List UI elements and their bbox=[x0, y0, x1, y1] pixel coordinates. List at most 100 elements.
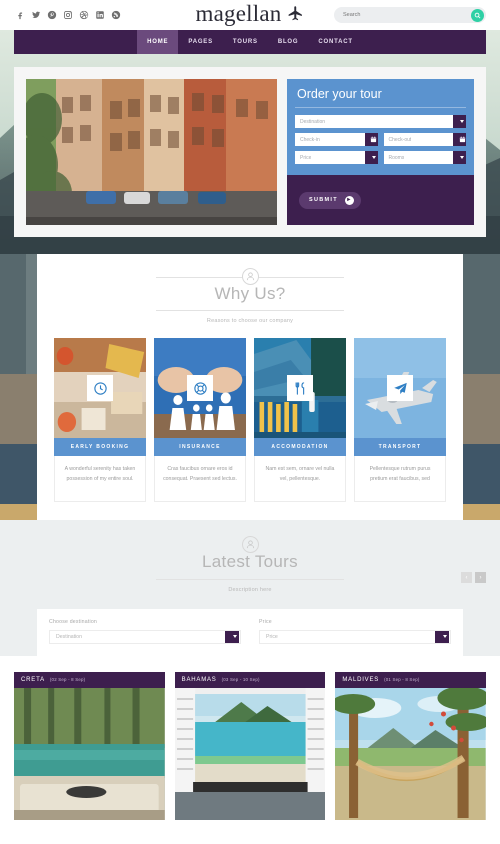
tour-dates-2: (03 Sep - 10 Sep) bbox=[221, 676, 260, 682]
social-links bbox=[14, 10, 121, 21]
feature-card-text-3: Nam est sem, ornare vel nulla vel, pelle… bbox=[254, 456, 346, 503]
submit-button[interactable]: SUBMIT ▸ bbox=[299, 191, 361, 209]
feature-card-image-4 bbox=[354, 338, 446, 439]
facebook-icon[interactable] bbox=[14, 10, 25, 21]
filter-price-select[interactable]: Price bbox=[259, 629, 451, 644]
order-form-title: Order your tour bbox=[295, 79, 466, 108]
filter-price-label: Price bbox=[259, 618, 272, 625]
filter-price-value: Price bbox=[266, 633, 278, 640]
tour-image-3 bbox=[335, 687, 487, 820]
filter-price: Price Price bbox=[259, 619, 451, 644]
form-row-dates: Check-in Check-out bbox=[295, 133, 466, 146]
linkedin-icon[interactable] bbox=[94, 10, 105, 21]
latest-tours-section: Latest Tours Description here ‹ › Choose… bbox=[0, 520, 500, 656]
tour-card-bahamas[interactable]: BAHAMAS (03 Sep - 10 Sep) bbox=[174, 671, 326, 820]
rooms-dropdown-button[interactable] bbox=[453, 151, 466, 164]
checkin-field[interactable]: Check-in bbox=[295, 133, 378, 146]
rss-icon[interactable] bbox=[110, 10, 121, 21]
feature-card-transport[interactable]: TRANSPORT Pellentesque rutrum purus pret… bbox=[354, 338, 446, 503]
checkout-placeholder: Check-out bbox=[388, 136, 412, 143]
why-us-title: Why Us? bbox=[214, 284, 286, 303]
tour-name-3: MALDIVES bbox=[342, 676, 380, 683]
search-input[interactable] bbox=[343, 12, 463, 18]
tour-name-1: CRETA bbox=[21, 676, 45, 683]
form-row-price-rooms: Price Rooms bbox=[295, 151, 466, 164]
airplane-icon bbox=[287, 5, 304, 22]
feature-cards: EARLY BOOKING A wonderful serenity has t… bbox=[37, 324, 463, 503]
instagram-icon[interactable] bbox=[62, 10, 73, 21]
twitter-icon[interactable] bbox=[30, 10, 41, 21]
carousel-next-button[interactable]: › bbox=[475, 572, 486, 584]
hero-panel: Order your tour Destination Check-in Che… bbox=[14, 67, 486, 237]
feature-card-image-3 bbox=[254, 338, 346, 439]
feature-card-accomodation[interactable]: ACCOMODATION Nam est sem, ornare vel nul… bbox=[254, 338, 346, 503]
filter-destination-label: Choose destination bbox=[49, 618, 98, 625]
divider-bottom bbox=[156, 310, 344, 312]
tour-card-creta[interactable]: CRETA (02 Sep - 8 Sep) bbox=[14, 671, 165, 820]
main-navigation[interactable]: HOME PAGES TOURS BLOG CONTACT bbox=[14, 30, 486, 54]
nav-item-contact[interactable]: CONTACT bbox=[308, 30, 362, 54]
feature-card-text-2: Cras faucibus ornare eros id consequat. … bbox=[154, 456, 246, 503]
tour-filter-bar: Choose destination Destination Price Pri… bbox=[37, 608, 463, 656]
latest-tours-header: Latest Tours Description here bbox=[0, 536, 500, 593]
tour-card-header-2: BAHAMAS (03 Sep - 10 Sep) bbox=[174, 671, 326, 688]
destination-dropdown-button[interactable] bbox=[453, 115, 466, 128]
why-us-header: Why Us? Reasons to choose our company bbox=[37, 268, 463, 324]
search-button[interactable] bbox=[471, 8, 484, 22]
tour-name-2: BAHAMAS bbox=[181, 676, 217, 683]
latest-tours-subtitle: Description here bbox=[228, 586, 272, 593]
clock-icon bbox=[87, 375, 113, 402]
dribbble-icon[interactable] bbox=[78, 10, 89, 21]
cutlery-icon bbox=[287, 375, 313, 402]
tour-card-header-1: CRETA (02 Sep - 8 Sep) bbox=[14, 671, 165, 688]
feature-card-image-2 bbox=[154, 338, 246, 439]
divider-bottom-2 bbox=[156, 578, 344, 580]
checkout-field[interactable]: Check-out bbox=[383, 133, 466, 146]
hero-section: HOME PAGES TOURS BLOG CONTACT Order your… bbox=[0, 30, 500, 254]
why-us-section: Why Us? Reasons to choose our company EA… bbox=[0, 254, 500, 521]
order-form-footer: SUBMIT ▸ bbox=[287, 175, 474, 225]
feature-card-image-1 bbox=[54, 338, 146, 439]
latest-tours-title: Latest Tours bbox=[202, 552, 298, 572]
nav-item-blog[interactable]: BLOG bbox=[268, 30, 309, 54]
feature-card-early-booking[interactable]: EARLY BOOKING A wonderful serenity has t… bbox=[54, 338, 146, 503]
why-us-content: Why Us? Reasons to choose our company EA… bbox=[37, 254, 463, 521]
feature-card-insurance[interactable]: INSURANCE Cras faucibus ornare eros id c… bbox=[154, 338, 246, 503]
price-placeholder: Price bbox=[300, 154, 312, 161]
nav-list: HOME PAGES TOURS BLOG CONTACT bbox=[137, 30, 363, 54]
arrow-right-icon: ▸ bbox=[344, 195, 354, 205]
feature-card-label-1: EARLY BOOKING bbox=[54, 438, 146, 457]
filter-price-dropdown-button[interactable] bbox=[435, 630, 449, 643]
nav-item-pages[interactable]: PAGES bbox=[178, 30, 223, 54]
life-ring-icon bbox=[187, 375, 213, 402]
checkout-calendar-icon[interactable] bbox=[453, 133, 466, 146]
paper-plane-icon bbox=[387, 375, 413, 402]
tour-card-maldives[interactable]: MALDIVES (01 Sep - 8 Sep) bbox=[335, 671, 487, 820]
destination-field[interactable]: Destination bbox=[295, 115, 466, 128]
checkin-calendar-icon[interactable] bbox=[364, 133, 378, 146]
carousel-navigation: ‹ › bbox=[461, 572, 486, 584]
destination-placeholder: Destination bbox=[300, 118, 326, 125]
hero-photo bbox=[26, 79, 277, 225]
feature-card-label-3: ACCOMODATION bbox=[254, 438, 346, 457]
pinterest-icon[interactable] bbox=[46, 10, 57, 21]
order-form-fields: Destination Check-in Check-out Price Roo… bbox=[287, 108, 474, 175]
tour-image-1 bbox=[14, 687, 165, 820]
nav-item-tours[interactable]: TOURS bbox=[223, 30, 268, 54]
order-tour-form: Order your tour Destination Check-in Che… bbox=[287, 79, 474, 225]
search-box[interactable] bbox=[334, 7, 486, 23]
filter-destination-dropdown-button[interactable] bbox=[225, 630, 239, 643]
price-dropdown-button[interactable] bbox=[364, 151, 378, 164]
filter-destination-select[interactable]: Destination bbox=[49, 629, 241, 644]
nav-item-home[interactable]: HOME bbox=[137, 30, 179, 54]
filter-destination-value: Destination bbox=[56, 633, 82, 640]
form-row-destination: Destination bbox=[295, 115, 466, 128]
checkin-placeholder: Check-in bbox=[300, 136, 320, 143]
filter-destination: Choose destination Destination bbox=[49, 619, 241, 644]
price-field[interactable]: Price bbox=[295, 151, 378, 164]
tour-card-header-3: MALDIVES (01 Sep - 8 Sep) bbox=[335, 671, 487, 688]
rooms-field[interactable]: Rooms bbox=[383, 151, 466, 164]
feature-card-label-2: INSURANCE bbox=[154, 438, 246, 457]
carousel-prev-button[interactable]: ‹ bbox=[461, 572, 472, 584]
tour-dates-3: (01 Sep - 8 Sep) bbox=[384, 676, 420, 682]
